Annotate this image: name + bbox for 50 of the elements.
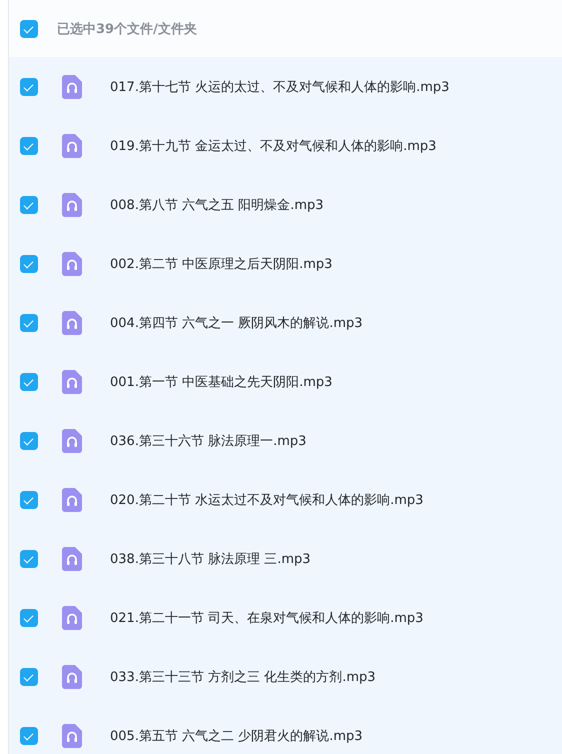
selection-count: 已选中39个文件/文件夹: [57, 20, 197, 38]
file-row[interactable]: 005.第五节 六气之二 少阴君火的解说.mp3: [9, 706, 562, 754]
checkbox[interactable]: [20, 372, 38, 390]
checkbox[interactable]: [20, 490, 38, 508]
file-row[interactable]: 004.第四节 六气之一 厥阴风木的解说.mp3: [9, 293, 562, 352]
file-name: 020.第二十节 水运太过不及对气候和人体的影响.mp3: [110, 492, 424, 508]
file-row[interactable]: 008.第八节 六气之五 阳明燥金.mp3: [9, 175, 562, 234]
audio-file-icon: [62, 192, 82, 216]
checkbox[interactable]: [20, 20, 38, 38]
checkbox[interactable]: [20, 726, 38, 744]
checkbox[interactable]: [20, 668, 38, 686]
checkbox[interactable]: [20, 608, 38, 626]
file-name: 019.第十九节 金运太过、不及对气候和人体的影响.mp3: [110, 138, 436, 154]
checkbox[interactable]: [20, 254, 38, 272]
file-name: 004.第四节 六气之一 厥阴风木的解说.mp3: [110, 314, 363, 332]
audio-file-icon: [62, 664, 82, 688]
audio-file-icon: [62, 252, 82, 276]
checkbox[interactable]: [20, 196, 38, 214]
checkbox[interactable]: [20, 314, 38, 332]
file-name: 017.第十七节 火运的太过、不及对气候和人体的影响.mp3: [110, 78, 450, 96]
file-row[interactable]: 002.第二节 中医原理之后天阴阳.mp3: [9, 234, 562, 293]
file-name: 005.第五节 六气之二 少阴君火的解说.mp3: [110, 728, 363, 744]
checkbox[interactable]: [20, 78, 38, 96]
audio-file-icon: [62, 310, 82, 334]
file-name: 001.第一节 中医基础之先天阴阳.mp3: [110, 374, 332, 390]
file-row[interactable]: 019.第十九节 金运太过、不及对气候和人体的影响.mp3: [9, 116, 562, 175]
audio-file-icon: [62, 724, 82, 748]
file-name: 002.第二节 中医原理之后天阴阳.mp3: [110, 256, 332, 272]
file-name: 008.第八节 六气之五 阳明燥金.mp3: [110, 196, 324, 214]
file-name: 033.第三十三节 方剂之三 化生类的方剂.mp3: [110, 668, 376, 686]
checkbox[interactable]: [20, 550, 38, 568]
file-row[interactable]: 038.第三十八节 脉法原理 三.mp3: [9, 529, 562, 588]
file-name: 036.第三十六节 脉法原理一.mp3: [110, 432, 306, 450]
audio-file-icon: [62, 606, 82, 630]
checkbox[interactable]: [20, 136, 38, 154]
audio-file-icon: [62, 370, 82, 394]
file-row[interactable]: 001.第一节 中医基础之先天阴阳.mp3: [9, 352, 562, 411]
audio-file-icon: [62, 488, 82, 512]
checkbox[interactable]: [20, 432, 38, 450]
file-row[interactable]: 033.第三十三节 方剂之三 化生类的方剂.mp3: [9, 647, 562, 706]
file-row[interactable]: 021.第二十一节 司天、在泉对气候和人体的影响.mp3: [9, 588, 562, 647]
audio-file-icon: [62, 428, 82, 452]
file-row[interactable]: 036.第三十六节 脉法原理一.mp3: [9, 411, 562, 470]
file-row[interactable]: 020.第二十节 水运太过不及对气候和人体的影响.mp3: [9, 470, 562, 529]
audio-file-icon: [62, 74, 82, 98]
audio-file-icon: [62, 546, 82, 570]
file-name: 038.第三十八节 脉法原理 三.mp3: [110, 550, 311, 568]
file-row[interactable]: 017.第十七节 火运的太过、不及对气候和人体的影响.mp3: [9, 57, 562, 116]
audio-file-icon: [62, 134, 82, 158]
file-name: 021.第二十一节 司天、在泉对气候和人体的影响.mp3: [110, 610, 424, 626]
